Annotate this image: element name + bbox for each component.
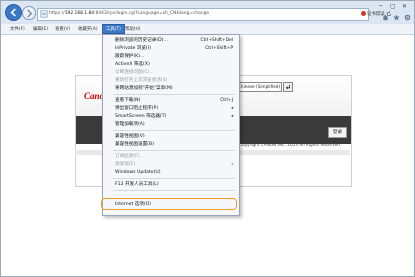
menu-item-smartscreen[interactable]: SmartScreen 筛选器(T) — [115, 113, 166, 121]
shortcut-inprivate: Ctrl+Shift+P — [205, 46, 233, 51]
menu-item-manage-addons[interactable]: 管理加载项(A) — [115, 121, 145, 129]
browser-window: https://192.168.1.84:8443/rps/login.cgi?… — [0, 0, 415, 277]
forward-arrow-icon — [26, 8, 32, 18]
menu-tools[interactable]: 工具(T) — [102, 24, 125, 34]
menu-edit[interactable]: 编辑(E) — [33, 26, 48, 32]
submenu-arrow-icon: ▸ — [231, 114, 234, 119]
menu-file[interactable]: 文件(F) — [10, 26, 25, 32]
menu-separator — [113, 178, 235, 179]
gear-icon[interactable] — [404, 14, 411, 21]
shortcut-delete-history: Ctrl+Shift+Del — [200, 38, 233, 43]
menu-item-feed-discovery: 源发现(E) — [115, 162, 136, 167]
menu-separator — [113, 190, 235, 191]
url-host: 192.168.1.84 — [64, 11, 95, 16]
menu-item-delete-history[interactable]: 删除浏览的历史记录(D)... — [115, 37, 168, 45]
menu-item-view-downloads[interactable]: 查看下载(N) — [115, 97, 140, 105]
menu-item-popup-blocker[interactable]: 弹出窗口阻止程序(P) — [115, 105, 158, 113]
menu-item-compat-settings[interactable]: 兼容性视图设置(B) — [115, 141, 154, 149]
enter-arrow-icon — [285, 84, 290, 90]
menu-item-subscribe-feed: 订阅此源(F)... — [115, 154, 144, 159]
menu-item-diagnose: 诊断连接问题(C)... — [115, 70, 154, 75]
favorites-star-icon[interactable] — [393, 14, 400, 21]
address-bar[interactable]: https://192.168.1.84:8443/rps/login.cgi?… — [37, 8, 392, 21]
menu-item-activex-filtering[interactable]: ActiveX 筛选(X) — [115, 61, 150, 69]
minimize-button[interactable]: ─ — [379, 3, 383, 10]
shortcut-view-downloads: Ctrl+J — [220, 98, 233, 103]
menu-item-compat-view[interactable]: 兼容性视图(V) — [115, 133, 145, 141]
close-button[interactable]: ✕ — [402, 3, 407, 10]
submenu-arrow-icon: ▸ — [231, 106, 234, 111]
copyright-text: Copyright CANON INC. 2013 All Rights Res… — [239, 142, 340, 147]
menu-favorites[interactable]: 收藏夹(A) — [78, 26, 98, 32]
menu-help[interactable]: 帮助(H) — [125, 26, 141, 32]
menu-separator — [113, 150, 235, 151]
menu-separator — [113, 94, 235, 95]
menu-item-tracking-protection[interactable]: 跟踪保护(K)... — [115, 53, 144, 61]
menu-item-f12-tools[interactable]: F12 开发人员工具(L) — [115, 181, 159, 189]
menu-item-windows-update[interactable]: Windows Update(U) — [115, 169, 161, 177]
back-arrow-icon — [10, 8, 16, 17]
address-url: https://192.168.1.84:8443/rps/login.cgi?… — [49, 11, 209, 16]
internet-options-highlight — [101, 198, 237, 210]
back-button[interactable] — [5, 4, 22, 21]
menu-item-inprivate[interactable]: InPrivate 浏览(I) — [115, 45, 151, 53]
login-button[interactable]: 登录 — [328, 127, 347, 138]
menu-view[interactable]: 查看(V) — [55, 26, 70, 32]
maximize-button[interactable]: ▢ — [390, 3, 396, 10]
submenu-arrow-icon: ▸ — [231, 162, 234, 167]
shield-icon — [361, 11, 366, 16]
language-go-button[interactable] — [283, 82, 293, 92]
menu-item-reopen-session: 重新打开上次浏览会话(S) — [115, 78, 168, 83]
url-protocol: https:// — [49, 11, 65, 16]
tools-dropdown-menu: 删除浏览的历史记录(D)... Ctrl+Shift+Del InPrivate… — [102, 34, 240, 216]
menu-separator — [113, 130, 235, 131]
language-select[interactable]: Chinese (Simplified) — [235, 82, 282, 92]
home-icon[interactable] — [382, 14, 389, 21]
forward-button[interactable] — [22, 6, 36, 20]
page-icon — [40, 10, 48, 18]
title-bar: https://192.168.1.84:8443/rps/login.cgi?… — [1, 1, 414, 23]
url-path: :8443/rps/login.cgi?Language=zh_CN&lang=… — [94, 11, 210, 16]
menu-item-add-to-start[interactable]: 将网站添加到"开始"菜单(M) — [115, 85, 173, 93]
